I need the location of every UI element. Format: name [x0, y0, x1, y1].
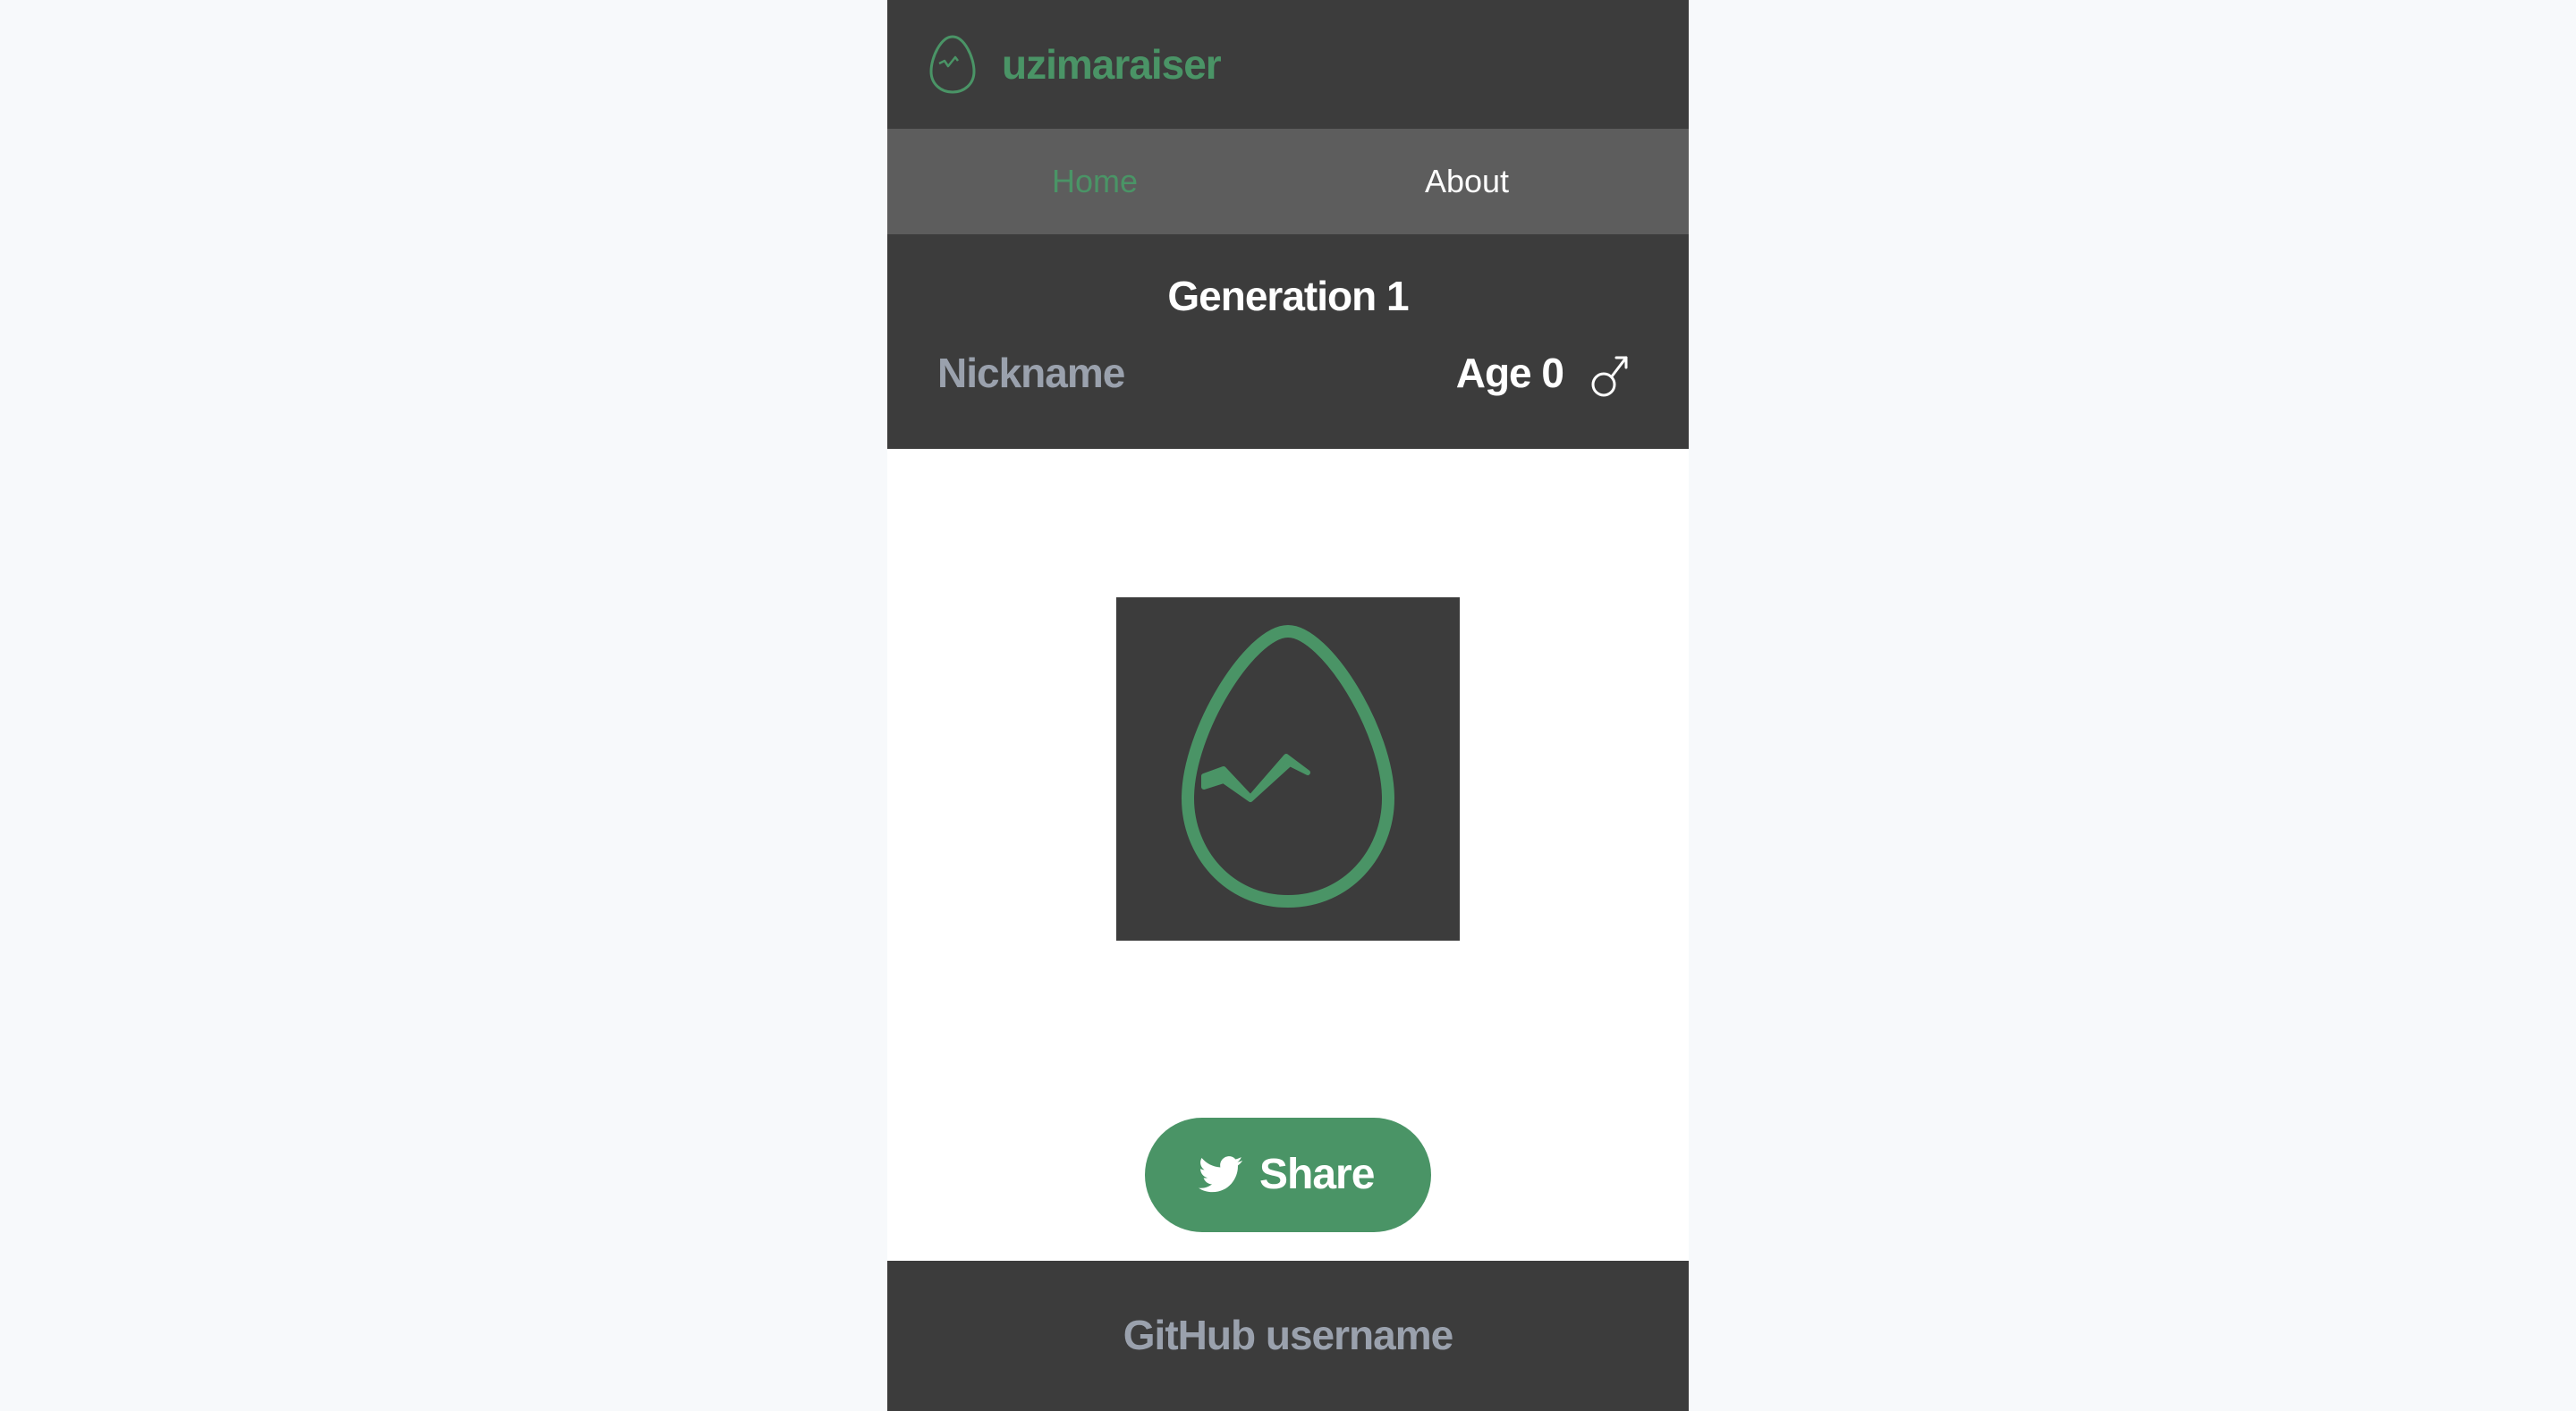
- age-label: Age 0: [1455, 350, 1564, 396]
- twitter-bird-icon: [1199, 1156, 1243, 1193]
- nav-item-home[interactable]: Home: [909, 129, 1281, 234]
- brand-title[interactable]: uzimaraiser: [1002, 38, 1222, 91]
- top-bar: uzimaraiser: [887, 0, 1689, 129]
- share-label: Share: [1259, 1151, 1375, 1198]
- egg-icon: [929, 35, 976, 94]
- main-nav: Home About: [887, 129, 1689, 234]
- male-symbol-icon: [1591, 356, 1628, 397]
- pet-image: [1116, 597, 1460, 941]
- cracked-egg-icon: [1181, 624, 1395, 908]
- nav-item-about[interactable]: About: [1281, 129, 1653, 234]
- app-frame: uzimaraiser Home About Generation 1 Nick…: [887, 0, 1689, 1411]
- share-button[interactable]: Share: [1145, 1118, 1431, 1232]
- main-content: Share: [887, 449, 1689, 1261]
- footer: GitHub username: [887, 1261, 1689, 1411]
- pet-info-panel: Generation 1 Nickname Age 0: [887, 234, 1689, 449]
- nickname-field[interactable]: Nickname: [937, 349, 1125, 397]
- generation-title: Generation 1: [1167, 273, 1409, 319]
- github-username-field[interactable]: GitHub username: [887, 1311, 1689, 1359]
